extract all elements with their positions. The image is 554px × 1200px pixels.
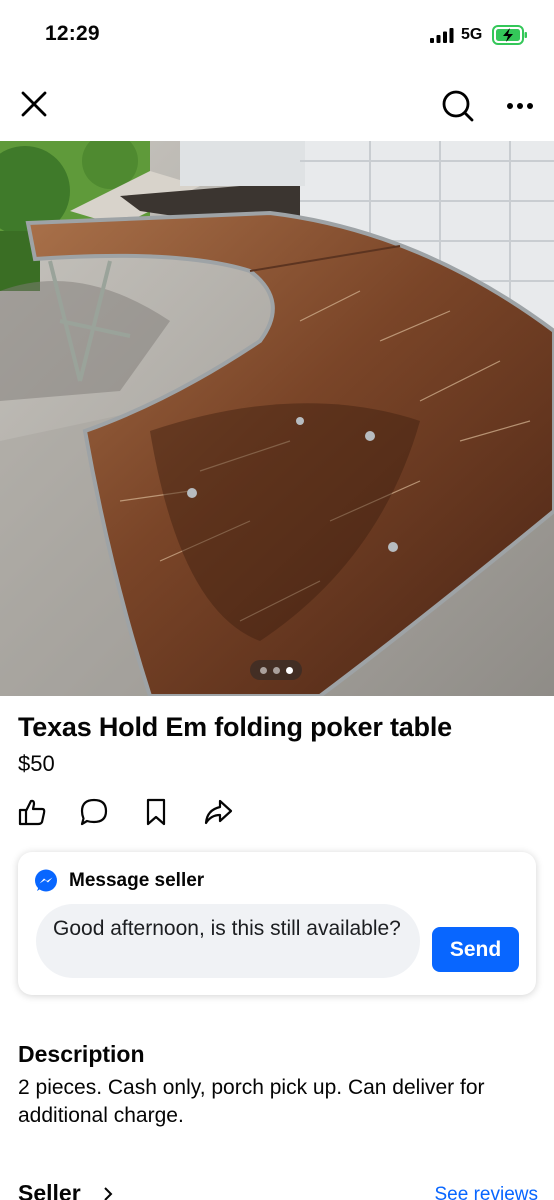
description-text: 2 pieces. Cash only, porch pick up. Can … — [18, 1076, 485, 1127]
signal-bars-icon — [430, 28, 454, 43]
listing-title: Texas Hold Em folding poker table — [18, 712, 452, 742]
close-button[interactable] — [14, 84, 54, 124]
more-button[interactable] — [498, 84, 542, 128]
search-icon — [442, 90, 474, 122]
share-icon — [204, 799, 233, 825]
carousel-dot — [272, 666, 280, 674]
comment-icon — [80, 798, 108, 826]
message-seller-header: Message seller — [34, 869, 204, 893]
poker-table-image — [0, 141, 554, 696]
like-button[interactable] — [16, 796, 48, 828]
seller-row: Seller See reviews — [18, 1180, 538, 1200]
chevron-right-icon[interactable] — [102, 1186, 114, 1200]
carousel-dot-active — [285, 666, 293, 674]
message-seller-card: Message seller Good afternoon, is this s… — [18, 852, 536, 995]
more-icon — [507, 103, 533, 109]
carousel-indicator — [250, 660, 302, 680]
close-icon — [21, 91, 47, 117]
listing-price: $50 — [18, 751, 55, 776]
see-reviews-link[interactable]: See reviews — [435, 1184, 539, 1200]
action-row — [16, 794, 234, 830]
battery-charging-icon — [492, 25, 527, 45]
save-icon — [146, 798, 166, 826]
top-nav — [0, 70, 554, 140]
network-label: 5G — [461, 26, 483, 43]
comment-button[interactable] — [78, 796, 110, 828]
listing-photo[interactable] — [0, 141, 554, 696]
status-bar: 12:29 5G — [0, 0, 554, 70]
seller-label[interactable]: Seller — [18, 1180, 81, 1200]
search-button[interactable] — [436, 84, 480, 128]
send-button[interactable]: Send — [432, 927, 519, 972]
like-icon — [18, 799, 46, 826]
save-button[interactable] — [140, 796, 172, 828]
share-button[interactable] — [202, 796, 234, 828]
description-heading: Description — [18, 1041, 145, 1067]
status-time: 12:29 — [45, 22, 100, 45]
messenger-icon — [35, 869, 57, 892]
message-input[interactable]: Good afternoon, is this still available? — [36, 904, 420, 978]
carousel-dot — [259, 666, 267, 674]
message-seller-title: Message seller — [69, 870, 205, 891]
